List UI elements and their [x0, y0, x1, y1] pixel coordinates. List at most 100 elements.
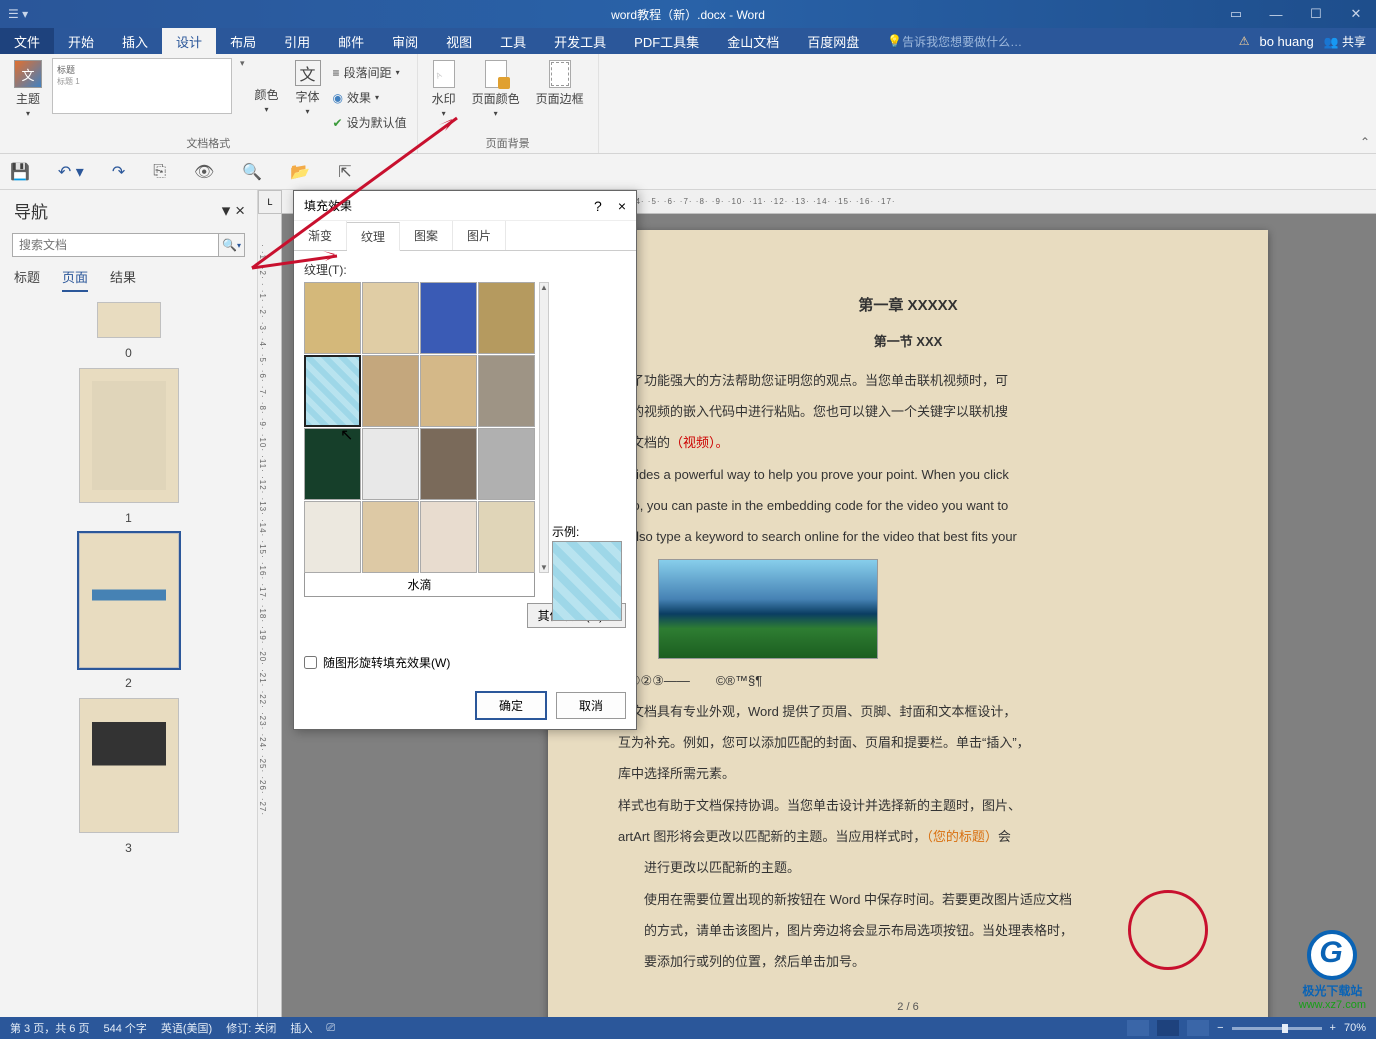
texture-swatch-selected[interactable]: [304, 355, 361, 427]
nav-tab-headings[interactable]: 标题: [14, 267, 40, 292]
effects-button[interactable]: ◉效果 ▾: [331, 87, 409, 108]
close-icon[interactable]: ✕: [1336, 0, 1376, 28]
page-border-button[interactable]: 页面边框: [530, 58, 590, 109]
dialog-tab-pattern[interactable]: 图案: [400, 221, 453, 250]
texture-swatch[interactable]: [420, 282, 477, 354]
texture-swatch[interactable]: [362, 355, 419, 427]
zoom-in-icon[interactable]: +: [1330, 1022, 1336, 1034]
dialog-titlebar[interactable]: 填充效果 ?×: [294, 191, 636, 221]
title-left-menu[interactable]: ☰ ▾: [8, 7, 28, 21]
collapse-ribbon-icon[interactable]: ⌃: [1360, 135, 1370, 149]
tab-pdf[interactable]: PDF工具集: [620, 28, 713, 54]
tab-mailings[interactable]: 邮件: [324, 28, 378, 54]
status-macro-icon[interactable]: ⎚: [326, 1022, 335, 1035]
tab-layout[interactable]: 布局: [216, 28, 270, 54]
new-icon[interactable]: ⎘: [153, 163, 166, 181]
tab-developer[interactable]: 开发工具: [540, 28, 620, 54]
nav-pin-icon[interactable]: ▾: [222, 201, 231, 220]
warning-icon[interactable]: ⚠: [1239, 34, 1250, 48]
page-color-button[interactable]: 页面颜色 ▾: [466, 58, 526, 120]
view-web-icon[interactable]: [1187, 1020, 1209, 1036]
zoom-value[interactable]: 70%: [1344, 1022, 1366, 1034]
set-default-button[interactable]: ✔设为默认值: [331, 112, 409, 133]
cancel-button[interactable]: 取消: [556, 692, 626, 719]
nav-header: 导航 ▾ ×: [0, 190, 257, 227]
print-preview-icon[interactable]: 👁: [194, 162, 214, 182]
search-button[interactable]: 🔍▾: [218, 234, 244, 256]
status-insert[interactable]: 插入: [290, 1020, 312, 1036]
tell-me-search[interactable]: 💡 告诉我您想要做什么…: [873, 28, 1036, 54]
thumb-3[interactable]: [79, 698, 179, 833]
texture-scrollbar[interactable]: [539, 282, 549, 573]
share-button[interactable]: 👥 共享: [1324, 33, 1366, 50]
style-gallery-more-icon[interactable]: ▾: [240, 58, 245, 69]
texture-swatch[interactable]: [304, 501, 361, 573]
style-set-gallery[interactable]: 标题 标题 1: [52, 58, 232, 114]
nav-tab-results[interactable]: 结果: [110, 267, 136, 292]
view-read-icon[interactable]: [1127, 1020, 1149, 1036]
rotate-checkbox-input[interactable]: [304, 656, 317, 669]
dialog-help-icon[interactable]: ?: [594, 198, 602, 214]
thumb-2[interactable]: [79, 533, 179, 668]
maximize-icon[interactable]: ☐: [1296, 0, 1336, 28]
tab-jinshan[interactable]: 金山文档: [713, 28, 793, 54]
document-page[interactable]: 第一章 XXXXX 第一节 XXX 供了功能强大的方法帮助您证明您的观点。当您单…: [548, 230, 1268, 1017]
texture-swatch[interactable]: [362, 428, 419, 500]
texture-swatch[interactable]: [420, 428, 477, 500]
touch-mode-icon[interactable]: ⇱: [338, 162, 351, 182]
texture-swatch[interactable]: [478, 282, 535, 354]
texture-swatch[interactable]: [362, 282, 419, 354]
texture-swatch[interactable]: [478, 428, 535, 500]
ok-button[interactable]: 确定: [476, 692, 546, 719]
ruler-corner[interactable]: L: [258, 190, 282, 214]
thumb-1[interactable]: [79, 368, 179, 503]
texture-swatch[interactable]: [420, 501, 477, 573]
user-name[interactable]: bo huang: [1259, 34, 1313, 49]
search-input[interactable]: [13, 234, 218, 256]
ribbon-display-icon[interactable]: ▭: [1216, 0, 1256, 28]
view-print-icon[interactable]: [1157, 1020, 1179, 1036]
undo-icon[interactable]: ↶ ▾: [58, 162, 84, 182]
texture-swatch[interactable]: [420, 355, 477, 427]
zoom-slider[interactable]: [1232, 1027, 1322, 1030]
themes-button[interactable]: 文 主题 ▾: [8, 58, 48, 120]
watermark-button[interactable]: A 水印 ▾: [426, 58, 462, 120]
dialog-tab-picture[interactable]: 图片: [453, 221, 506, 250]
tab-references[interactable]: 引用: [270, 28, 324, 54]
tab-file[interactable]: 文件: [0, 28, 54, 54]
texture-swatch[interactable]: [304, 282, 361, 354]
status-revision[interactable]: 修订: 关闭: [226, 1020, 276, 1036]
dialog-tab-gradient[interactable]: 渐变: [294, 221, 347, 250]
redo-icon[interactable]: ↷: [112, 162, 125, 182]
nav-close-icon[interactable]: ×: [235, 201, 245, 220]
status-words[interactable]: 544 个字: [103, 1020, 146, 1036]
tab-view[interactable]: 视图: [432, 28, 486, 54]
texture-swatch[interactable]: [362, 501, 419, 573]
texture-swatch[interactable]: [478, 355, 535, 427]
dialog-close-icon[interactable]: ×: [618, 198, 626, 214]
zoom-out-icon[interactable]: −: [1217, 1022, 1223, 1034]
tab-design[interactable]: 设计: [162, 28, 216, 54]
thumb-0[interactable]: [97, 302, 161, 338]
minimize-icon[interactable]: —: [1256, 0, 1296, 28]
rotate-fill-checkbox[interactable]: 随图形旋转填充效果(W): [304, 654, 450, 671]
open-icon[interactable]: 📂: [290, 162, 310, 182]
status-language[interactable]: 英语(美国): [161, 1020, 212, 1036]
dropdown-icon: ▾: [494, 109, 498, 118]
paragraph-spacing-button[interactable]: ≡段落间距 ▾: [331, 62, 409, 83]
texture-swatch[interactable]: [304, 428, 361, 500]
tab-tools[interactable]: 工具: [486, 28, 540, 54]
zoom-icon[interactable]: 🔍: [242, 162, 262, 182]
tab-baidu[interactable]: 百度网盘: [793, 28, 873, 54]
dialog-tab-texture[interactable]: 纹理: [347, 222, 400, 251]
fonts-button[interactable]: 文 字体 ▾: [289, 58, 327, 118]
texture-swatch[interactable]: [478, 501, 535, 573]
colors-button[interactable]: 颜色 ▾: [249, 58, 285, 116]
save-icon[interactable]: 💾: [10, 162, 30, 182]
tab-review[interactable]: 审阅: [378, 28, 432, 54]
status-page[interactable]: 第 3 页，共 6 页: [10, 1020, 89, 1036]
tab-insert[interactable]: 插入: [108, 28, 162, 54]
tab-home[interactable]: 开始: [54, 28, 108, 54]
nav-tab-pages[interactable]: 页面: [62, 267, 88, 292]
ruler-vertical[interactable]: · ·1· ·2· · ·1· ·2· ·3· ·4· ·5· ·6· ·7· …: [258, 214, 282, 1017]
